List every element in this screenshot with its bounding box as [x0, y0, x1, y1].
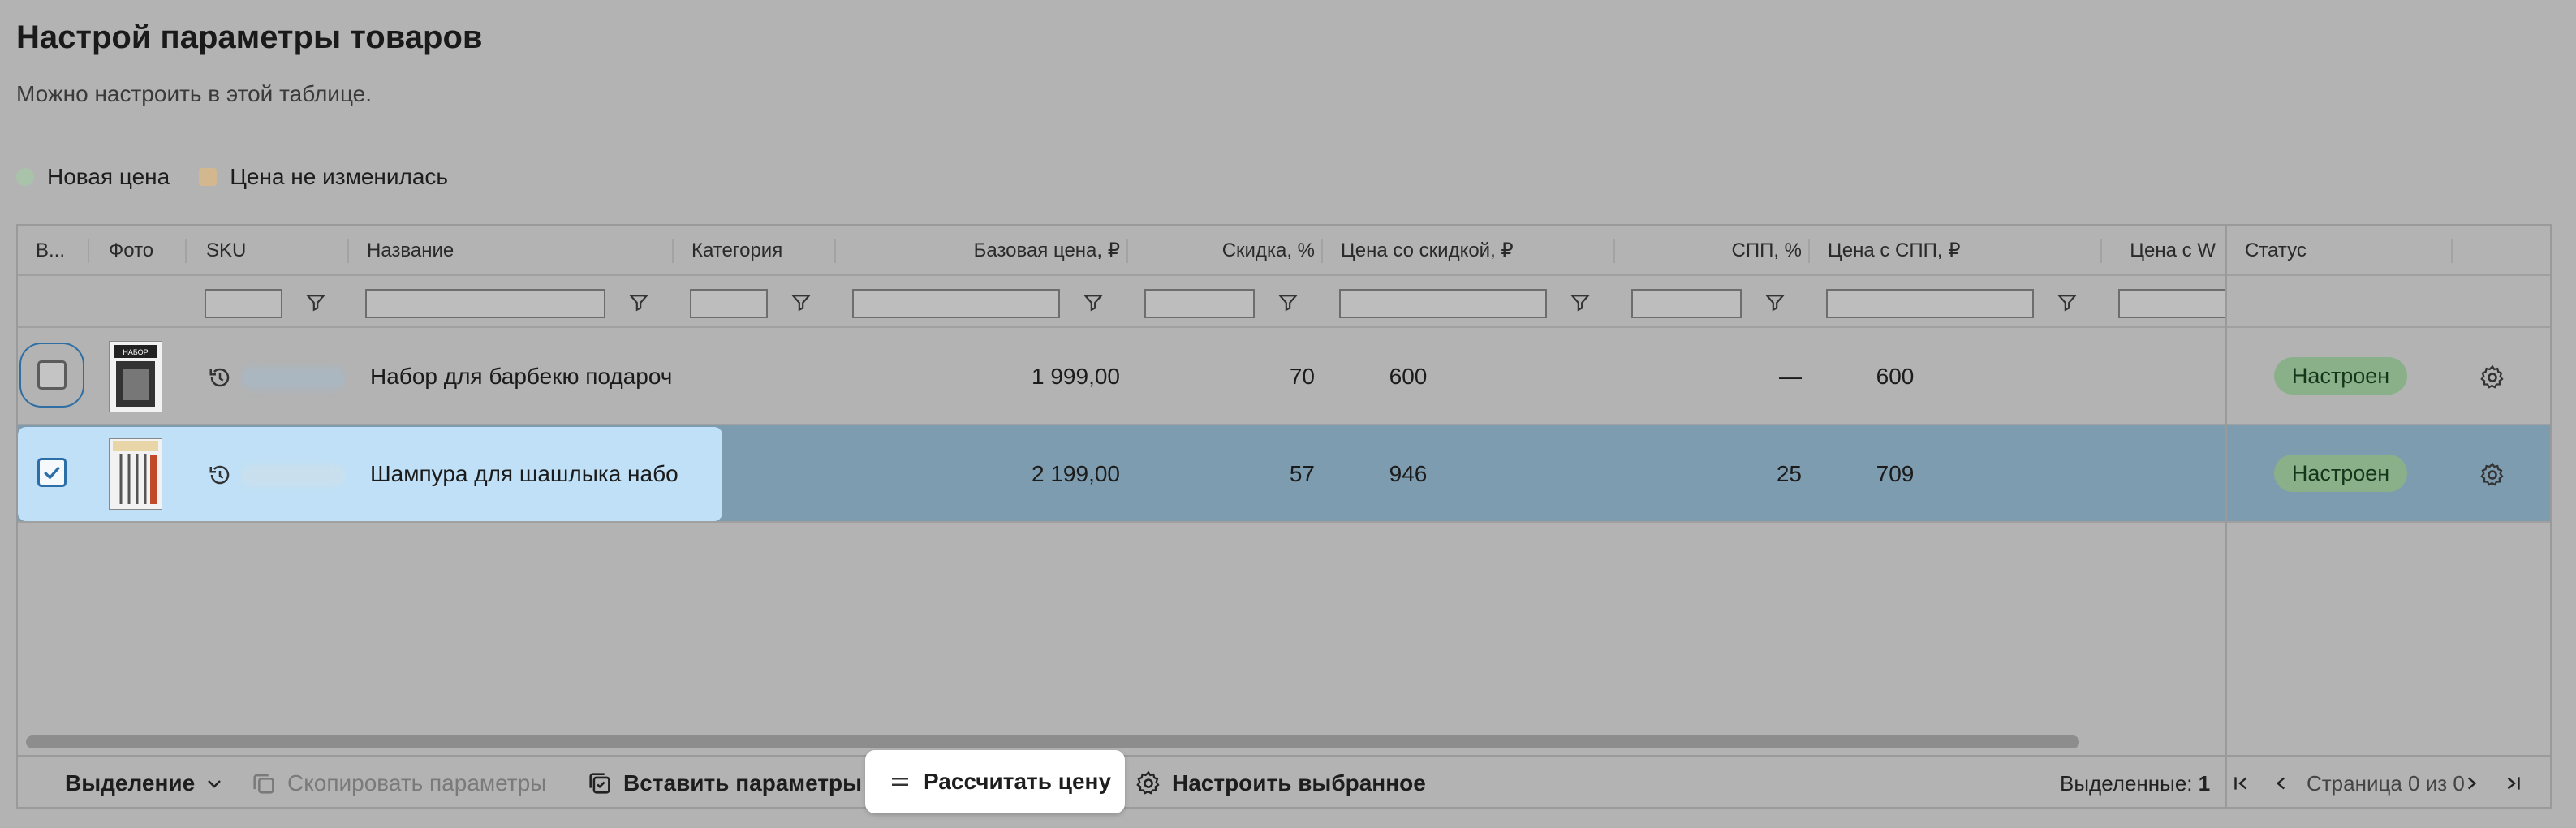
column-header-base-price[interactable]: Базовая цена, ₽	[838, 226, 1130, 276]
filter-icon[interactable]	[790, 292, 812, 313]
prev-page-icon[interactable]	[2271, 773, 2292, 794]
sku-value-redacted	[240, 425, 346, 523]
checkmark-icon	[44, 466, 60, 480]
first-page-icon[interactable]	[2230, 773, 2251, 794]
row-checkbox[interactable]	[37, 458, 67, 487]
filter-icon[interactable]	[1570, 292, 1591, 313]
configure-selected-label: Настроить выбранное	[1172, 770, 1426, 796]
column-header-photo[interactable]: Фото	[99, 226, 188, 276]
calculate-price-button[interactable]: Рассчитать цену	[865, 750, 1125, 813]
selected-count-prefix: Выделенные:	[2060, 771, 2193, 796]
product-name: Шампура для шашлыка набо	[370, 461, 678, 486]
spp-value: —	[1779, 364, 1802, 389]
legend-item-new-price: Новая цена	[16, 164, 170, 190]
copy-icon	[253, 774, 274, 794]
column-header-spp[interactable]: СПП, %	[1617, 226, 1811, 276]
spp-price-filter-input[interactable]	[1826, 289, 2034, 318]
gear-icon[interactable]	[2479, 461, 2506, 489]
filter-icon[interactable]	[1083, 292, 1104, 313]
paste-icon	[589, 773, 610, 794]
discount-price-value: 946	[1389, 461, 1428, 486]
base-price-value: 2 199,00	[1032, 461, 1120, 486]
discount-price-filter-input[interactable]	[1339, 289, 1547, 318]
horizontal-scrollbar[interactable]	[26, 735, 2079, 748]
legend-item-unchanged: Цена не изменилась	[199, 164, 448, 190]
column-header-spp-price[interactable]: Цена с СПП, ₽	[1818, 226, 2110, 276]
next-page-icon[interactable]	[2461, 773, 2482, 794]
paste-params-button[interactable]: Вставить параметры	[586, 757, 863, 807]
history-icon[interactable]	[208, 365, 232, 390]
configure-selected-button[interactable]: Настроить выбранное	[1135, 757, 1426, 807]
legend-dot-unchanged	[199, 168, 218, 186]
selected-count-value: 1	[2198, 771, 2211, 796]
products-table: В... Фото SKU Название Категория Базовая…	[16, 224, 2552, 809]
column-header-sku[interactable]: SKU	[196, 226, 351, 276]
table-header: В... Фото SKU Название Категория Базовая…	[18, 226, 2550, 276]
spp-filter-input[interactable]	[1631, 289, 1742, 318]
category-filter-input[interactable]	[690, 289, 768, 318]
status-badge: Настроен	[2273, 357, 2408, 395]
copy-params-button[interactable]: Скопировать параметры	[250, 757, 547, 807]
column-header-select[interactable]: В...	[26, 226, 91, 276]
sku-value-redacted	[240, 328, 346, 425]
filter-icon[interactable]	[1277, 292, 1299, 313]
discount-value: 70	[1289, 364, 1315, 389]
filter-icon[interactable]	[1764, 292, 1786, 313]
product-photo	[109, 438, 162, 510]
spp-value: 25	[1776, 461, 1802, 486]
selected-count: Выделенные: 1	[2060, 757, 2211, 807]
wallet-price-filter-input[interactable]	[2118, 289, 2227, 318]
column-header-discount[interactable]: Скидка, %	[1130, 226, 1325, 276]
gear-icon[interactable]	[2479, 364, 2506, 391]
sku-filter-input[interactable]	[205, 289, 282, 318]
calculate-price-label: Рассчитать цену	[924, 769, 1112, 794]
base-price-value: 1 999,00	[1032, 364, 1120, 389]
page-subtitle: Можно настроить в этой таблице.	[16, 81, 373, 106]
name-filter-input[interactable]	[365, 289, 605, 318]
discount-value: 57	[1289, 461, 1315, 486]
column-header-discount-price[interactable]: Цена со скидкой, ₽	[1331, 226, 1623, 276]
copy-params-label: Скопировать параметры	[287, 770, 547, 796]
discount-price-value: 600	[1389, 364, 1428, 389]
paste-params-label: Вставить параметры	[623, 770, 863, 796]
legend-dot-new-price	[16, 168, 34, 186]
selection-dropdown[interactable]: Выделение	[65, 757, 234, 807]
spp-price-value: 600	[1876, 364, 1915, 389]
column-header-wallet-price[interactable]: Цена с W	[2104, 226, 2225, 276]
equals-icon	[892, 778, 908, 786]
row-checkbox[interactable]	[19, 343, 84, 408]
table-row[interactable]: Шампура для шашлыка набо 2 199,00 57 946…	[18, 425, 2550, 523]
filter-row	[18, 276, 2550, 328]
filter-icon[interactable]	[305, 292, 326, 313]
discount-filter-input[interactable]	[1144, 289, 1255, 318]
history-icon[interactable]	[208, 463, 232, 487]
legend-label-unchanged: Цена не изменилась	[230, 164, 449, 189]
chevron-down-icon	[208, 780, 222, 788]
column-header-status[interactable]: Статус	[2235, 226, 2438, 276]
status-badge: Настроен	[2273, 455, 2408, 492]
page-title: Настрой параметры товаров	[16, 19, 483, 55]
spp-price-value: 709	[1876, 461, 1915, 486]
filter-icon[interactable]	[628, 292, 649, 313]
pinned-columns: Статус Настроен Настроен	[2225, 226, 2550, 807]
gear-icon	[1136, 770, 1160, 795]
table-footer: Выделение Скопировать параметры Вставить…	[18, 755, 2550, 807]
legend-label-new-price: Новая цена	[47, 164, 170, 189]
column-header-name[interactable]: Название	[357, 226, 682, 276]
product-name: Набор для барбекю подароч	[370, 364, 673, 389]
column-header-category[interactable]: Категория	[682, 226, 844, 276]
last-page-icon[interactable]	[2503, 773, 2524, 794]
filter-icon[interactable]	[2057, 292, 2078, 313]
selection-label: Выделение	[65, 770, 196, 796]
legend: Новая цена Цена не изменилась	[16, 164, 477, 190]
product-photo: НАБОР	[109, 341, 162, 412]
svg-text:НАБОР: НАБОР	[123, 348, 148, 356]
table-row[interactable]: НАБОР Набор для барбекю подароч 1 999,00…	[18, 328, 2550, 425]
base-price-filter-input[interactable]	[852, 289, 1060, 318]
page-info: Страница 0 из 0	[2307, 771, 2465, 796]
